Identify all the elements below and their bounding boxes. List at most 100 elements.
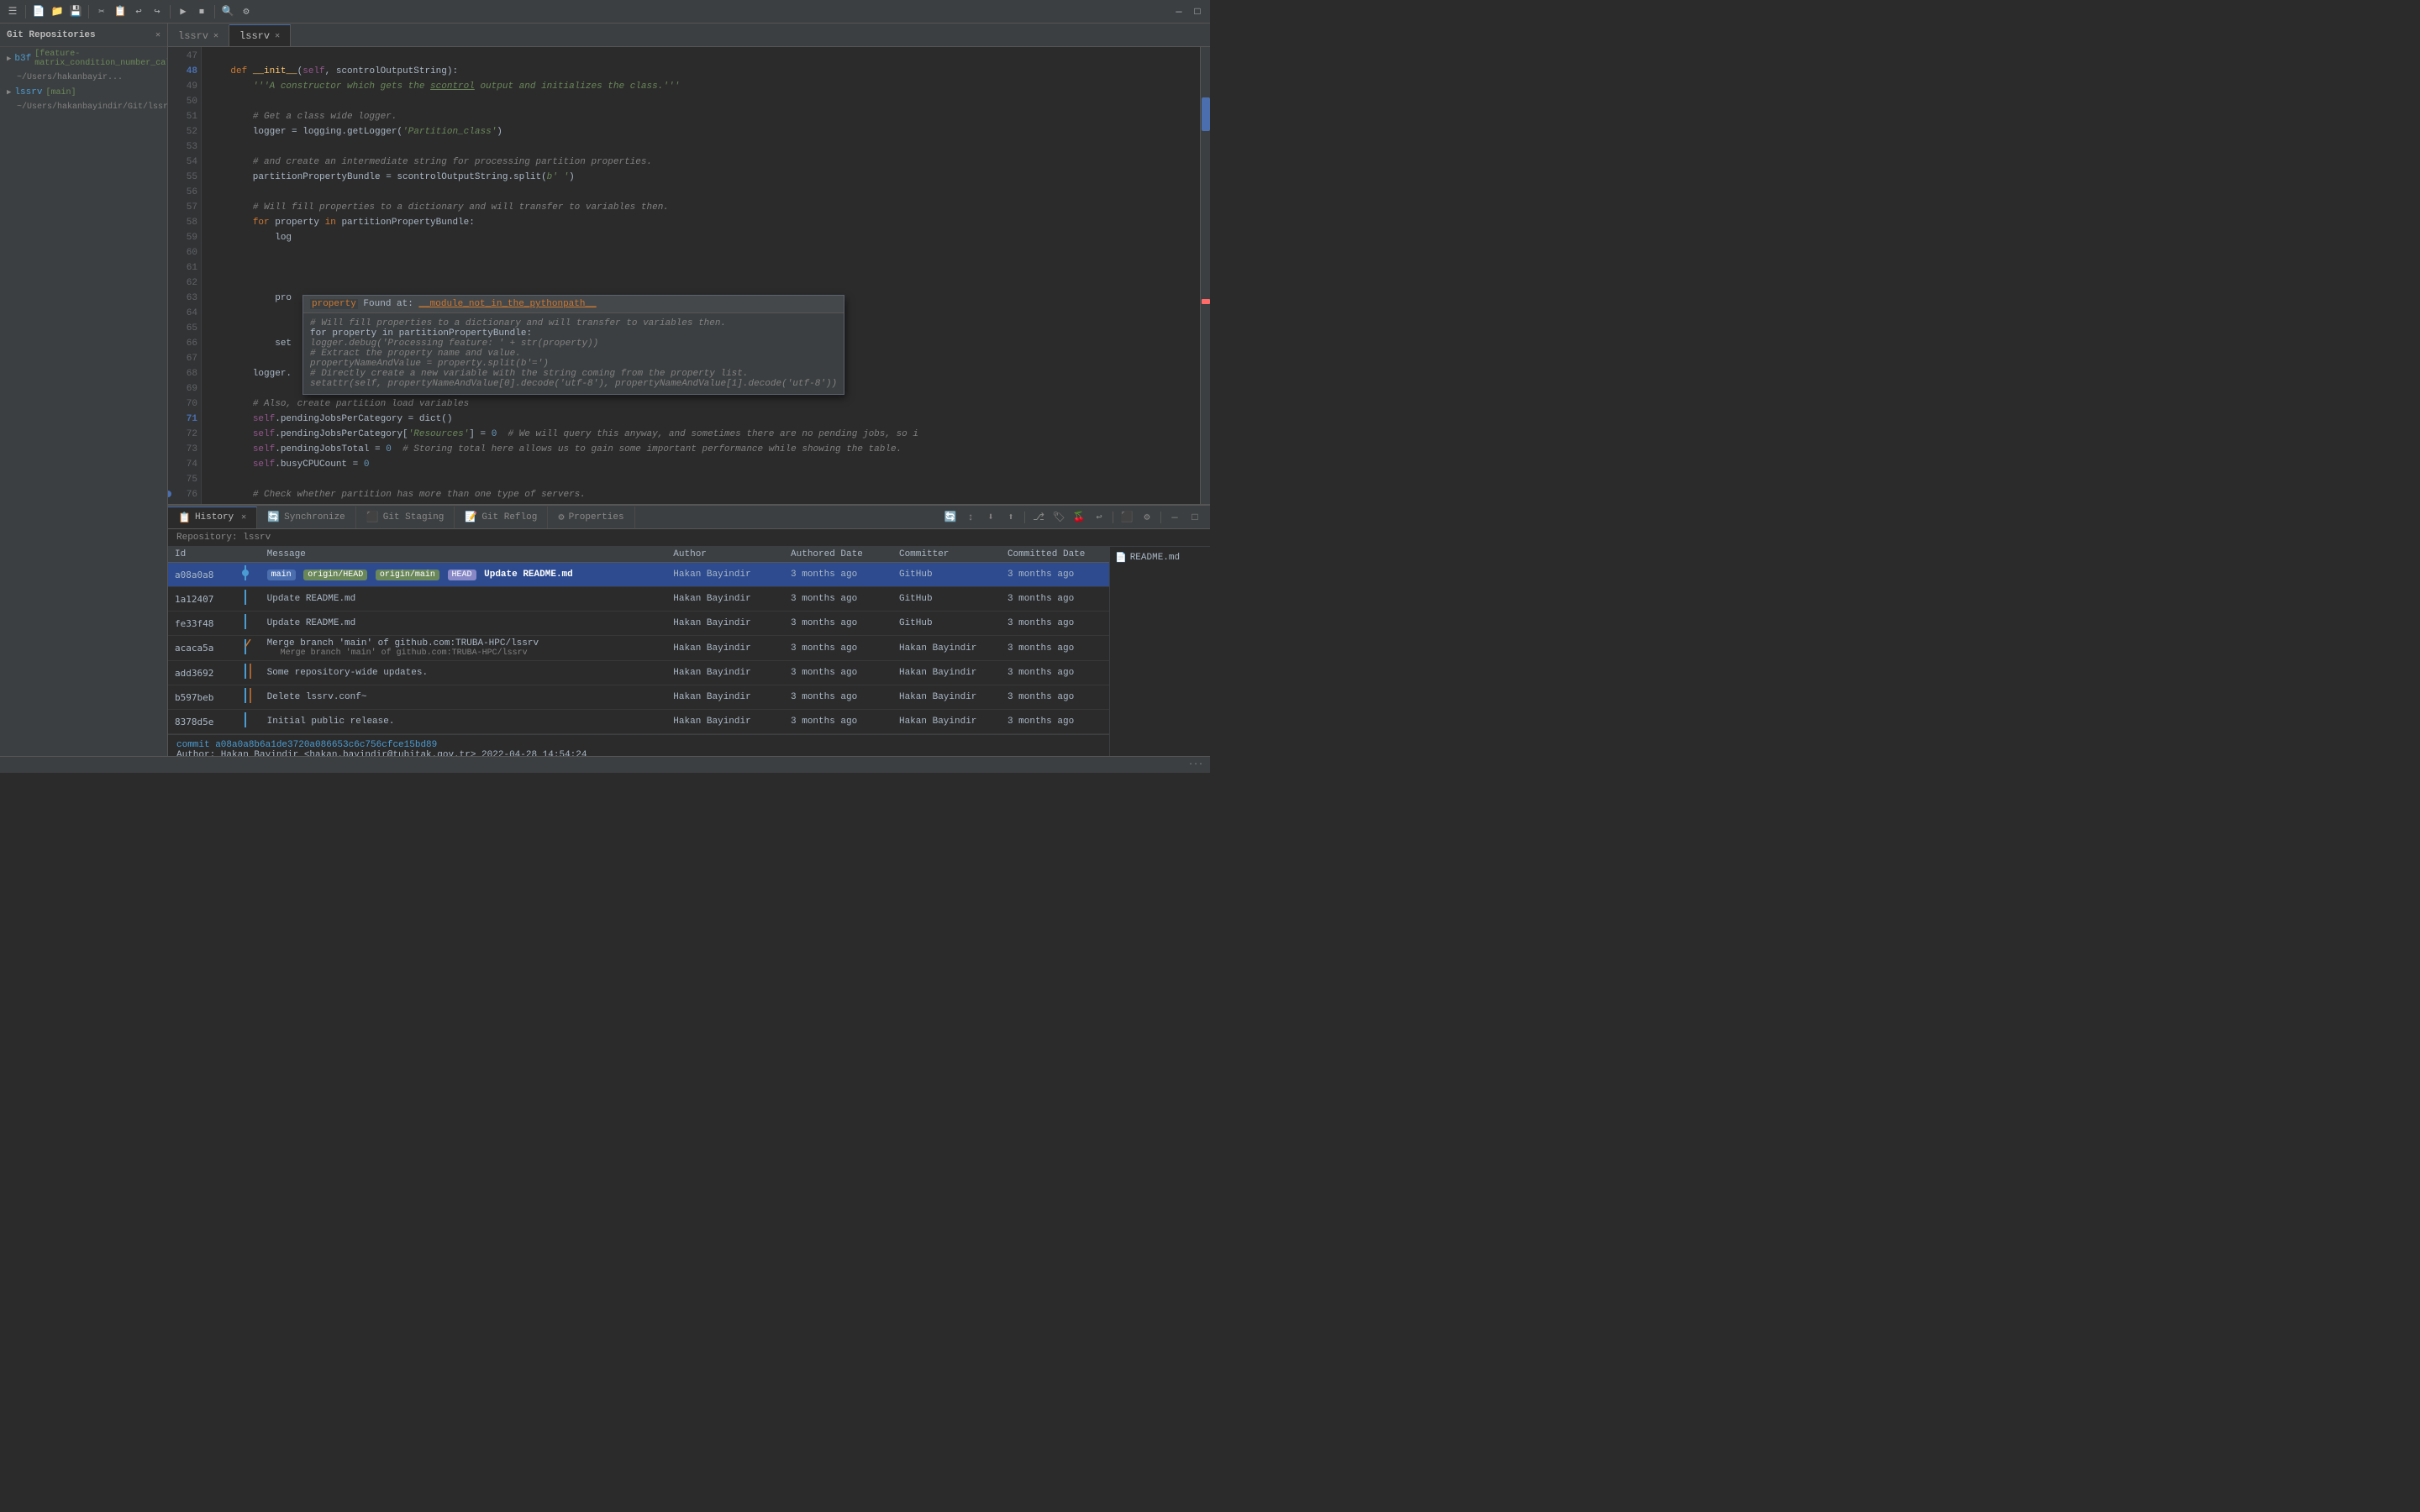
- status-bar: ···: [0, 756, 1210, 773]
- tab-synchronize[interactable]: 🔄 Synchronize: [257, 507, 356, 528]
- line-numbers: 47 48 49 50 51 52 53 54 55 56 57 58 59 6…: [168, 47, 202, 504]
- graph-col-4: [231, 636, 260, 661]
- commit-committer-6: Hakan Bayindir: [892, 685, 1001, 710]
- settings-btn[interactable]: ⚙: [1139, 509, 1155, 526]
- status-dots[interactable]: ···: [1188, 760, 1203, 769]
- col-authored-date: Authored Date: [784, 547, 892, 563]
- code-content[interactable]: def __init__(self, scontrolOutputString)…: [202, 47, 1200, 504]
- history-table-head: Id Message Author Authored Date Committe…: [168, 547, 1109, 563]
- commit-committed-date-4: 3 months ago: [1001, 636, 1109, 661]
- code-line-58: for property in partitionPropertyBundle:: [208, 215, 1193, 230]
- graph-col: [231, 563, 260, 587]
- toolbar-stop[interactable]: ⏹: [194, 4, 209, 19]
- commit-authored-date: 3 months ago: [784, 563, 892, 587]
- sync-btn[interactable]: ↕: [962, 509, 979, 526]
- maximize-panel-btn[interactable]: □: [1186, 509, 1203, 526]
- tab-lssrv-2[interactable]: lssrv ✕: [229, 24, 291, 46]
- autocomplete-module-path: __module_not_in_the_pythonpath__: [418, 299, 596, 309]
- toolbar-sep-h3: [1160, 512, 1161, 523]
- tab-git-staging[interactable]: ⬛ Git Staging: [356, 507, 455, 528]
- refresh-btn[interactable]: 🔄: [942, 509, 959, 526]
- bottom-tab-bar: 📋 History ✕ 🔄 Synchronize ⬛ Git Staging …: [168, 506, 1210, 529]
- commit-author-6: Hakan Bayindir: [666, 685, 784, 710]
- tag-btn[interactable]: 🏷: [1050, 509, 1067, 526]
- minimize-panel-btn[interactable]: —: [1166, 509, 1183, 526]
- commit-id-5: add3692: [168, 661, 231, 685]
- right-scrollbar[interactable]: [1200, 47, 1210, 504]
- tab-history-label: History: [195, 512, 234, 522]
- code-line-50: [208, 94, 1193, 109]
- commit-author: Hakan Bayindir: [666, 563, 784, 587]
- ac-line-4: # Extract the property name and value.: [310, 349, 837, 359]
- toolbar-undo[interactable]: ↩: [131, 4, 146, 19]
- left-panel-title: Git Repositories: [7, 30, 96, 40]
- commit-message-3: Update README.md: [260, 612, 667, 636]
- table-row[interactable]: a08a0a8 main or: [168, 563, 1109, 587]
- commit-committer: GitHub: [892, 563, 1001, 587]
- toolbar-open[interactable]: 📁: [50, 4, 65, 19]
- toolbar-sep-4: [214, 5, 215, 18]
- table-row[interactable]: b597beb Delete lssrv.conf~ Hakan Bayin: [168, 685, 1109, 710]
- table-row[interactable]: 8378d5e Initial public release. Hakan Ba…: [168, 710, 1109, 734]
- ac-line-1: # Will fill properties to a dictionary a…: [310, 318, 837, 328]
- scrollbar-thumb: [1202, 97, 1210, 131]
- repo-item-b3f[interactable]: ▶ b3f [feature-matrix_condition_number_c…: [0, 47, 167, 71]
- tab-history-close[interactable]: ✕: [241, 512, 246, 522]
- commit-authored-date-5: 3 months ago: [784, 661, 892, 685]
- table-row[interactable]: fe33f48 Update README.md Hakan Bayindir …: [168, 612, 1109, 636]
- commit-author-4: Hakan Bayindir: [666, 636, 784, 661]
- cherry-pick-btn[interactable]: 🍒: [1071, 509, 1087, 526]
- graph-col-5: [231, 661, 260, 685]
- commit-author-7: Hakan Bayindir: [666, 710, 784, 734]
- toolbar-save[interactable]: 💾: [68, 4, 83, 19]
- branch-btn[interactable]: ⎇: [1030, 509, 1047, 526]
- commit-committed-date-2: 3 months ago: [1001, 587, 1109, 612]
- toolbar-cut[interactable]: ✂: [94, 4, 109, 19]
- props-icon: ⚙: [558, 511, 564, 523]
- code-line-47: [208, 49, 1193, 64]
- ac-line-5: propertyNameAndValue = property.split(b'…: [310, 359, 837, 369]
- toolbar-copy[interactable]: 📋: [113, 4, 128, 19]
- repo-item-lssrv[interactable]: ▶ lssrv [main]: [0, 85, 167, 100]
- fetch-btn[interactable]: ⬇: [982, 509, 999, 526]
- toolbar-settings[interactable]: ⚙: [239, 4, 254, 19]
- code-line-76: # Check whether partition has more than …: [208, 487, 1193, 502]
- toolbar-search[interactable]: 🔍: [220, 4, 235, 19]
- ac-line-7: setattr(self, propertyNameAndValue[0].de…: [310, 379, 837, 389]
- table-row[interactable]: 1a12407 Update README.md Hakan Bayindir …: [168, 587, 1109, 612]
- toolbar-maximize[interactable]: □: [1190, 4, 1205, 19]
- table-row[interactable]: acaca5a Merge branch 'main' of gith: [168, 636, 1109, 661]
- file-icon: 📄: [1115, 552, 1127, 564]
- commit-message-4: Merge branch 'main' of github.com:TRUBA-…: [260, 636, 667, 661]
- commit-committed-date: 3 months ago: [1001, 563, 1109, 587]
- tab-reflog-label: Git Reflog: [481, 512, 537, 522]
- toolbar-icon-menu[interactable]: ☰: [5, 4, 20, 19]
- reflog-icon: 📝: [465, 511, 477, 523]
- tab-staging-label: Git Staging: [383, 512, 445, 522]
- commit-id-3: fe33f48: [168, 612, 231, 636]
- toolbar-redo[interactable]: ↪: [150, 4, 165, 19]
- revert-btn[interactable]: ↩: [1091, 509, 1107, 526]
- history-table: Id Message Author Authored Date Committe…: [168, 547, 1109, 734]
- commit-id: 1a12407: [168, 587, 231, 612]
- tab-close-1[interactable]: ✕: [213, 31, 218, 41]
- tab-lssrv-1[interactable]: lssrv ✕: [168, 24, 229, 46]
- code-line-70: # Also, create partition load variables: [208, 396, 1193, 412]
- file-readme[interactable]: 📄 README.md: [1113, 550, 1207, 565]
- push-btn[interactable]: ⬆: [1002, 509, 1019, 526]
- left-panel: Git Repositories ✕ ▶ b3f [feature-matrix…: [0, 24, 168, 756]
- ac-line-2: for property in partitionPropertyBundle:: [310, 328, 837, 339]
- right-file-panel: 📄 README.md: [1109, 547, 1210, 756]
- tab-sync-label: Synchronize: [284, 512, 345, 522]
- tab-properties[interactable]: ⚙ Properties: [548, 507, 634, 528]
- tab-git-reflog[interactable]: 📝 Git Reflog: [455, 507, 548, 528]
- table-row[interactable]: add3692 Some repository-wide updates.: [168, 661, 1109, 685]
- tab-history[interactable]: 📋 History ✕: [168, 507, 257, 528]
- left-panel-close-icon[interactable]: ✕: [155, 30, 160, 40]
- tab-close-2[interactable]: ✕: [275, 31, 280, 41]
- commit-author-5: Hakan Bayindir: [666, 661, 784, 685]
- toolbar-run[interactable]: ▶: [176, 4, 191, 19]
- toolbar-minimize[interactable]: —: [1171, 4, 1186, 19]
- toolbar-new[interactable]: 📄: [31, 4, 46, 19]
- diff-btn[interactable]: ⬛: [1118, 509, 1135, 526]
